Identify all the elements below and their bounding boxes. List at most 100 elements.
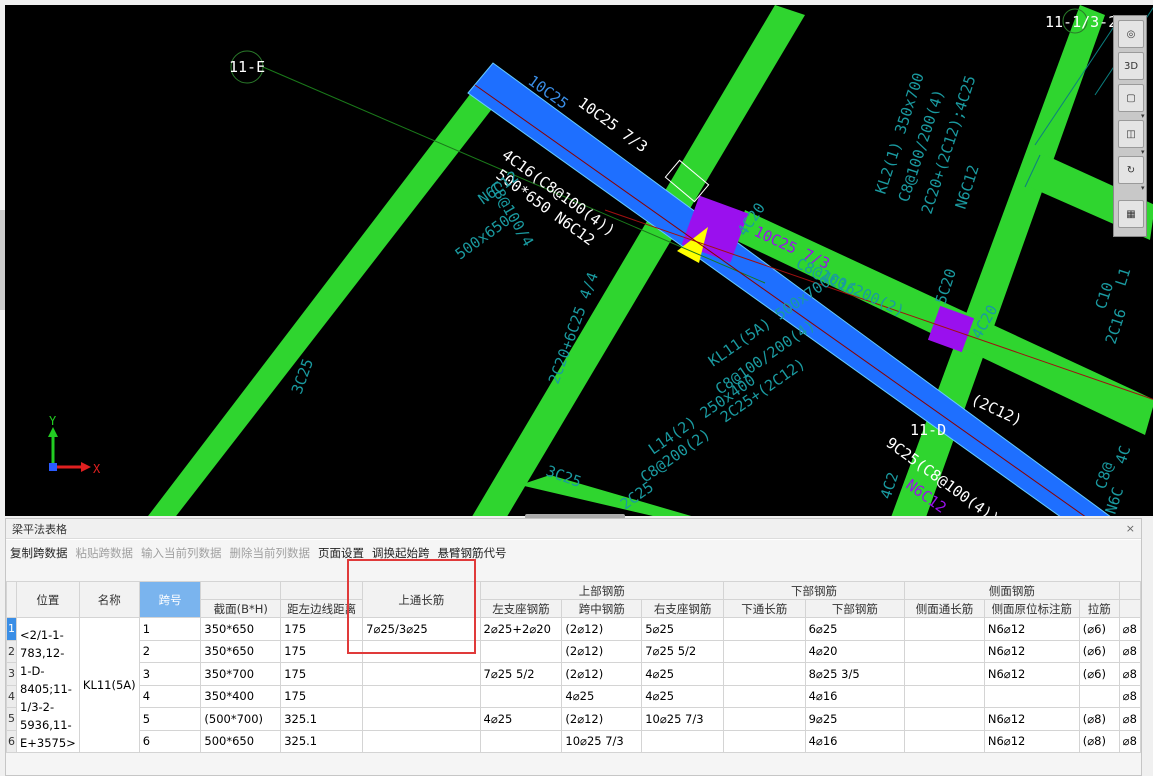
- section-cell[interactable]: (500*700): [200, 707, 282, 731]
- side-orig-cell[interactable]: N6⌀12: [983, 617, 1080, 641]
- bottom-through-cell[interactable]: [722, 729, 806, 753]
- delete-column-button[interactable]: 删除当前列数据: [230, 545, 311, 561]
- tie-cell[interactable]: (⌀6): [1078, 662, 1120, 686]
- tie-cell[interactable]: (⌀6): [1078, 617, 1120, 641]
- cad-drawing[interactable]: 11-E 11-D 11-1/3-2 (2C12) 10C25 7/3 4C16…: [5, 5, 1153, 516]
- bottom-through-cell[interactable]: [722, 684, 806, 708]
- span-cell[interactable]: 4: [138, 684, 202, 708]
- header-bottom-through[interactable]: 下通长筋: [722, 599, 806, 618]
- side-through-cell[interactable]: [904, 707, 985, 731]
- span-cell[interactable]: 3: [138, 662, 202, 686]
- tie-cell[interactable]: (⌀8): [1078, 707, 1120, 731]
- bottom-through-cell[interactable]: [722, 639, 806, 663]
- table-row[interactable]: 3 3 350*700 175 7⌀25 5/2 (2⌀12) 4⌀25 8⌀2…: [6, 662, 1142, 686]
- rotate-icon[interactable]: ↻: [1118, 156, 1144, 184]
- name-cell[interactable]: KL11(5A): [78, 617, 140, 753]
- side-orig-cell[interactable]: N6⌀12: [983, 707, 1080, 731]
- bottom-bar-cell[interactable]: 4⌀20: [804, 639, 906, 663]
- right-support-cell[interactable]: 7⌀25 5/2: [641, 639, 724, 663]
- mid-span-cell[interactable]: (2⌀12): [561, 662, 643, 686]
- dist-cell[interactable]: 175: [280, 662, 364, 686]
- tie-cell[interactable]: (⌀6): [1078, 639, 1120, 663]
- header-section[interactable]: 截面(B*H): [200, 599, 282, 618]
- extra-cell[interactable]: ⌀8: [1118, 662, 1142, 686]
- header-name[interactable]: 名称: [78, 581, 140, 618]
- top-through-cell[interactable]: [362, 662, 481, 686]
- left-support-cell[interactable]: [479, 729, 563, 753]
- span-cell[interactable]: 1: [138, 617, 202, 641]
- table-row[interactable]: 5 5 (500*700) 325.1 4⌀25 (2⌀12) 10⌀25 7/…: [6, 707, 1142, 731]
- side-through-cell[interactable]: [904, 639, 985, 663]
- beam-table[interactable]: 位置 名称 跨号 上通长筋 上部钢筋 下部钢筋 侧面钢筋 截面(B*H) 距左边…: [6, 581, 1142, 753]
- cad-viewport[interactable]: 11-E 11-D 11-1/3-2 (2C12) 10C25 7/3 4C16…: [0, 0, 1153, 516]
- bottom-bar-cell[interactable]: 8⌀25 3/5: [804, 662, 906, 686]
- row-number[interactable]: 6: [6, 729, 17, 753]
- paste-span-button[interactable]: 粘贴跨数据: [76, 545, 134, 561]
- left-support-cell[interactable]: [479, 639, 563, 663]
- right-support-cell[interactable]: 4⌀25: [641, 684, 724, 708]
- bottom-bar-cell[interactable]: 4⌀16: [804, 729, 906, 753]
- side-orig-cell[interactable]: [983, 684, 1080, 708]
- right-support-cell[interactable]: [641, 729, 724, 753]
- header-side-orig[interactable]: 侧面原位标注筋: [983, 599, 1080, 618]
- view-top-icon[interactable]: ▢: [1118, 84, 1144, 112]
- chevron-down-icon[interactable]: ▾: [1141, 184, 1145, 192]
- bottom-through-cell[interactable]: [722, 662, 806, 686]
- mid-span-cell[interactable]: (2⌀12): [561, 617, 643, 641]
- span-cell[interactable]: 2: [138, 639, 202, 663]
- row-number[interactable]: 4: [6, 684, 17, 708]
- input-column-button[interactable]: 输入当前列数据: [141, 545, 222, 561]
- side-through-cell[interactable]: [904, 617, 985, 641]
- row-number[interactable]: 5: [6, 707, 17, 731]
- bottom-bar-cell[interactable]: 9⌀25: [804, 707, 906, 731]
- header-left-support[interactable]: 左支座钢筋: [479, 599, 563, 618]
- orbit-view-icon[interactable]: ◎: [1118, 20, 1144, 48]
- left-support-cell[interactable]: [479, 684, 563, 708]
- top-through-cell[interactable]: [362, 684, 481, 708]
- view-cube-icon[interactable]: ◫: [1118, 120, 1144, 148]
- beam-kl11-highlighted[interactable]: [467, 62, 1115, 516]
- top-through-cell[interactable]: [362, 707, 481, 731]
- extra-cell[interactable]: ⌀8: [1118, 639, 1142, 663]
- side-orig-cell[interactable]: N6⌀12: [983, 662, 1080, 686]
- row-number[interactable]: 2: [6, 639, 17, 663]
- side-through-cell[interactable]: [904, 684, 985, 708]
- span-cell[interactable]: 6: [138, 729, 202, 753]
- table-row[interactable]: 6 6 500*650 325.1 10⌀25 7/3 4⌀16 N6⌀12 (…: [6, 729, 1142, 753]
- side-orig-cell[interactable]: N6⌀12: [983, 729, 1080, 753]
- mid-span-cell[interactable]: (2⌀12): [561, 639, 643, 663]
- beam-left-diagonal[interactable]: [145, 93, 495, 516]
- mid-span-cell[interactable]: 4⌀25: [561, 684, 643, 708]
- tie-cell[interactable]: [1078, 684, 1120, 708]
- left-support-cell[interactable]: 7⌀25 5/2: [479, 662, 563, 686]
- chevron-down-icon[interactable]: ▾: [1141, 148, 1145, 156]
- header-span[interactable]: 跨号: [138, 581, 202, 618]
- extra-cell[interactable]: ⌀8: [1118, 707, 1142, 731]
- row-number[interactable]: 1: [6, 617, 17, 641]
- grid-view-icon[interactable]: ▦: [1118, 200, 1144, 228]
- position-cell[interactable]: <2/1-1-783,12-1-D-8405;11-1/3-2-5936,11-…: [16, 617, 80, 753]
- header-tie[interactable]: 拉筋: [1078, 599, 1120, 618]
- side-orig-cell[interactable]: N6⌀12: [983, 639, 1080, 663]
- tie-cell[interactable]: (⌀8): [1078, 729, 1120, 753]
- row-number[interactable]: 3: [6, 662, 17, 686]
- header-bottom-bar[interactable]: 下部钢筋: [804, 599, 906, 618]
- bottom-bar-cell[interactable]: 4⌀16: [804, 684, 906, 708]
- left-support-cell[interactable]: 4⌀25: [479, 707, 563, 731]
- chevron-down-icon[interactable]: ▾: [1141, 112, 1145, 120]
- mid-span-cell[interactable]: 10⌀25 7/3: [561, 729, 643, 753]
- table-row[interactable]: 2 2 350*650 175 (2⌀12) 7⌀25 5/2 4⌀20 N6⌀…: [6, 639, 1142, 663]
- table-row[interactable]: 1 <2/1-1-783,12-1-D-8405;11-1/3-2-5936,1…: [6, 617, 1142, 753]
- top-through-cell[interactable]: [362, 729, 481, 753]
- right-support-cell[interactable]: 5⌀25: [641, 617, 724, 641]
- side-through-cell[interactable]: [904, 662, 985, 686]
- header-right-support[interactable]: 右支座钢筋: [641, 599, 724, 618]
- left-support-cell[interactable]: 2⌀25+2⌀20: [479, 617, 563, 641]
- right-support-cell[interactable]: 4⌀25: [641, 662, 724, 686]
- beam-lower-branch[interactable]: [520, 475, 705, 516]
- dist-cell[interactable]: 325.1: [280, 707, 364, 731]
- right-support-cell[interactable]: 10⌀25 7/3: [641, 707, 724, 731]
- section-cell[interactable]: 350*400: [200, 684, 282, 708]
- copy-span-button[interactable]: 复制跨数据: [10, 545, 68, 561]
- close-icon[interactable]: ×: [1126, 522, 1135, 535]
